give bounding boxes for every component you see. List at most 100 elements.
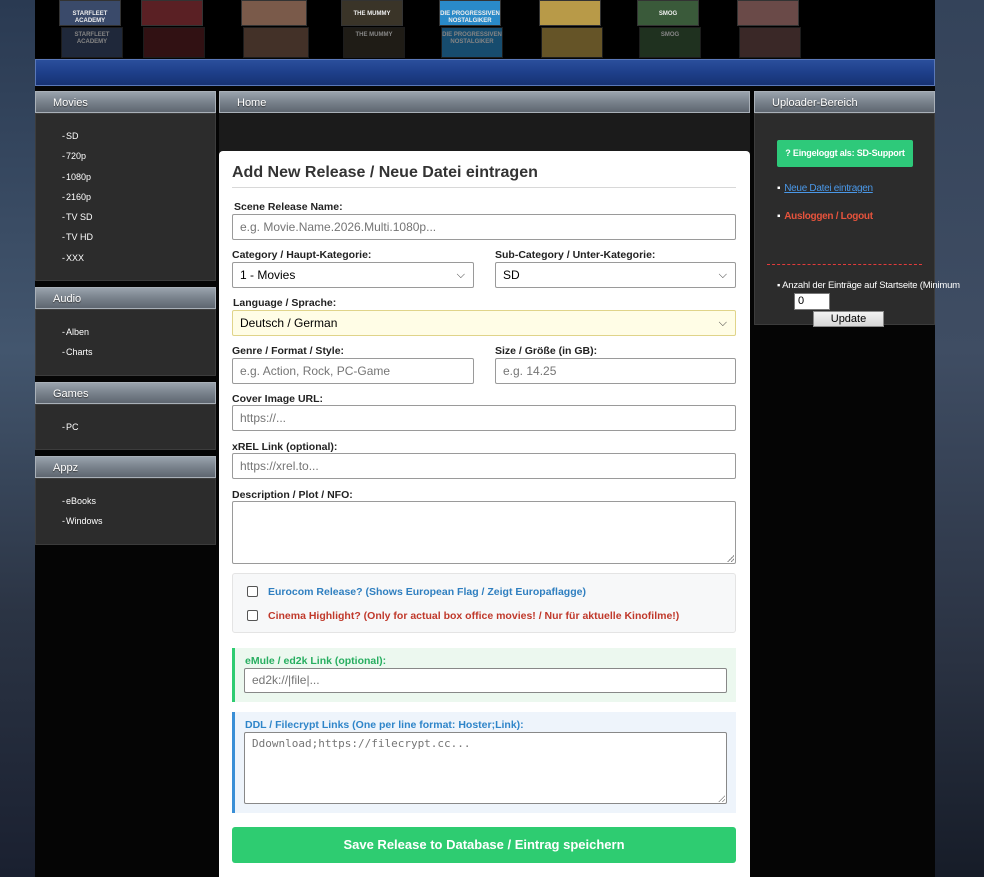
resize-grip-icon[interactable]	[718, 795, 725, 802]
menu-section-title[interactable]: Appz	[35, 455, 216, 478]
cinema-checkbox[interactable]	[247, 610, 258, 621]
menu-item[interactable]: -TV SD	[62, 207, 215, 227]
size-input[interactable]: e.g. 14.25	[495, 358, 736, 384]
left-sidebar: Movies -SD -720p -1080p -2160p -TV SD -TV HD -X…	[35, 91, 216, 551]
entries-count-input[interactable]: 0	[794, 293, 830, 310]
menu-section-body: -SD -720p -1080p -2160p -TV SD -TV HD -XXX	[35, 113, 216, 282]
banner-poster-caption: DIE PROGRESSIVEN NOSTALGIKER	[442, 32, 502, 45]
menu-item-label[interactable]: 2160p	[66, 192, 91, 202]
bullet-icon: ▪	[777, 183, 781, 194]
ddl-textarea[interactable]: Ddownload;https://filecrypt.cc...	[244, 732, 727, 804]
menu-item[interactable]: -TV HD	[62, 227, 215, 247]
menu-item-dash: -	[62, 252, 65, 263]
language-select[interactable]: Deutsch / German ⌵	[232, 310, 736, 336]
breadcrumb[interactable]: Home	[219, 91, 750, 113]
language-label: Language / Sprache:	[233, 297, 337, 309]
menu-item[interactable]: -SD	[62, 126, 215, 146]
form-title: Add New Release / Neue Datei eintragen	[232, 164, 538, 181]
save-release-button[interactable]: Save Release to Database / Eintrag speic…	[232, 827, 736, 863]
resize-grip-icon[interactable]	[727, 555, 734, 562]
menu-item-label[interactable]: 720p	[66, 151, 86, 161]
menu-item-dash: -	[62, 212, 65, 223]
emule-label: eMule / ed2k Link (optional):	[245, 655, 387, 667]
menu-section-title[interactable]: Movies	[35, 91, 216, 113]
menu-item[interactable]: -XXX	[62, 248, 215, 268]
xrel-link-input[interactable]: https://xrel.to...	[232, 453, 736, 479]
ddl-label: DDL / Filecrypt Links (One per line form…	[245, 719, 524, 731]
description-textarea[interactable]	[232, 501, 736, 564]
eurocom-checkbox[interactable]	[247, 586, 258, 597]
menu-item[interactable]: -Windows	[62, 511, 215, 531]
menu-item-dash: -	[62, 327, 65, 338]
add-release-form: Add New Release / Neue Datei eintragen S…	[219, 151, 750, 877]
menu-section-games: Games -PC	[35, 381, 216, 450]
banner-poster-caption: THE MUMMY	[355, 32, 393, 38]
ddl-placeholder: Ddownload;https://filecrypt.cc...	[252, 737, 471, 750]
banner-poster: STARFLEET ACADEMY	[61, 27, 123, 58]
logout-link-text[interactable]: Ausloggen / Logout	[784, 211, 873, 222]
menu-item-label[interactable]: TV SD	[66, 212, 93, 222]
banner-poster: THE MUMMY	[341, 0, 403, 26]
emule-input[interactable]: ed2k://|file|...	[244, 668, 727, 693]
menu-item-dash: -	[62, 191, 65, 202]
menu-section-body: -eBooks -Windows	[35, 477, 216, 545]
menu-item[interactable]: -1080p	[62, 167, 215, 187]
banner-poster	[143, 27, 205, 58]
banner-poster	[243, 27, 309, 58]
menu-item[interactable]: -eBooks	[62, 491, 215, 511]
entries-count-text: Anzahl der Einträge auf Startseite (Mini…	[782, 280, 960, 291]
menu-item[interactable]: -720p	[62, 146, 215, 166]
menu-list: -SD -720p -1080p -2160p -TV SD -TV HD -XXX	[36, 114, 215, 280]
menu-item-dash: -	[62, 171, 65, 182]
menu-item[interactable]: -Charts	[62, 342, 215, 362]
banner-poster-caption: THE MUMMY	[353, 11, 391, 17]
genre-input[interactable]: e.g. Action, Rock, PC-Game	[232, 358, 474, 384]
banner-poster: SMOG	[637, 0, 699, 26]
description-label: Description / Plot / NFO:	[232, 489, 353, 501]
menu-item-label[interactable]: Charts	[66, 347, 93, 357]
chevron-down-icon: ⌵	[718, 269, 727, 281]
background-left	[0, 0, 36, 877]
logout-link[interactable]: ▪ Ausloggen / Logout	[777, 211, 873, 222]
menu-item-label[interactable]: TV HD	[66, 232, 93, 242]
xrel-label: xREL Link (optional):	[232, 441, 338, 453]
banner-poster: SMOG	[639, 27, 701, 58]
subcategory-label: Sub-Category / Unter-Kategorie:	[495, 249, 656, 261]
menu-section-title[interactable]: Games	[35, 381, 216, 404]
menu-item-label[interactable]: SD	[66, 131, 79, 141]
page-container: STARFLEET ACADEMY STARFLEET ACADEMY THE MU…	[35, 0, 960, 877]
menu-section-audio: Audio -Alben -Charts	[35, 287, 216, 376]
menu-item-dash: -	[62, 151, 65, 162]
menu-section-movies: Movies -SD -720p -1080p -2160p -TV SD -TV HD -X…	[35, 91, 216, 282]
banner-poster-caption: SMOG	[658, 11, 678, 17]
menu-item-label[interactable]: eBooks	[66, 496, 96, 506]
new-file-link-text[interactable]: Neue Datei eintragen	[784, 183, 873, 194]
menu-item-label[interactable]: Alben	[66, 327, 89, 337]
menu-section-title[interactable]: Audio	[35, 287, 216, 310]
content-area: Add New Release / Neue Datei eintragen S…	[219, 113, 750, 877]
menu-item-dash: -	[62, 516, 65, 527]
menu-section-body: -Alben -Charts	[35, 309, 216, 376]
menu-item-label[interactable]: XXX	[66, 253, 84, 263]
menu-item-label[interactable]: Windows	[66, 516, 103, 526]
update-button[interactable]: Update	[813, 311, 884, 327]
scene-name-input[interactable]: e.g. Movie.Name.2026.Multi.1080p...	[232, 214, 736, 240]
logged-in-badge: ? Eingeloggt als: SD-Support	[777, 140, 913, 167]
menu-item[interactable]: -PC	[62, 417, 215, 437]
menu-item-dash: -	[62, 131, 65, 141]
eurocom-label[interactable]: Eurocom Release? (Shows European Flag / …	[268, 586, 586, 598]
menu-item-label[interactable]: 1080p	[66, 172, 91, 182]
banner-poster	[539, 0, 601, 26]
cinema-label[interactable]: Cinema Highlight? (Only for actual box o…	[268, 610, 679, 622]
category-label: Category / Haupt-Kategorie:	[232, 249, 372, 261]
category-select[interactable]: 1 - Movies ⌵	[232, 262, 474, 288]
cover-url-input[interactable]: https://...	[232, 405, 736, 431]
menu-item[interactable]: -2160p	[62, 187, 215, 207]
menu-item[interactable]: -Alben	[62, 322, 215, 342]
menu-item-label[interactable]: PC	[66, 422, 79, 432]
banner-poster	[141, 0, 203, 26]
new-file-link[interactable]: ▪ Neue Datei eintragen	[777, 183, 873, 194]
subcategory-select[interactable]: SD ⌵	[495, 262, 736, 288]
category-value: 1 - Movies	[240, 268, 296, 282]
banner-poster: STARFLEET ACADEMY	[59, 0, 121, 26]
